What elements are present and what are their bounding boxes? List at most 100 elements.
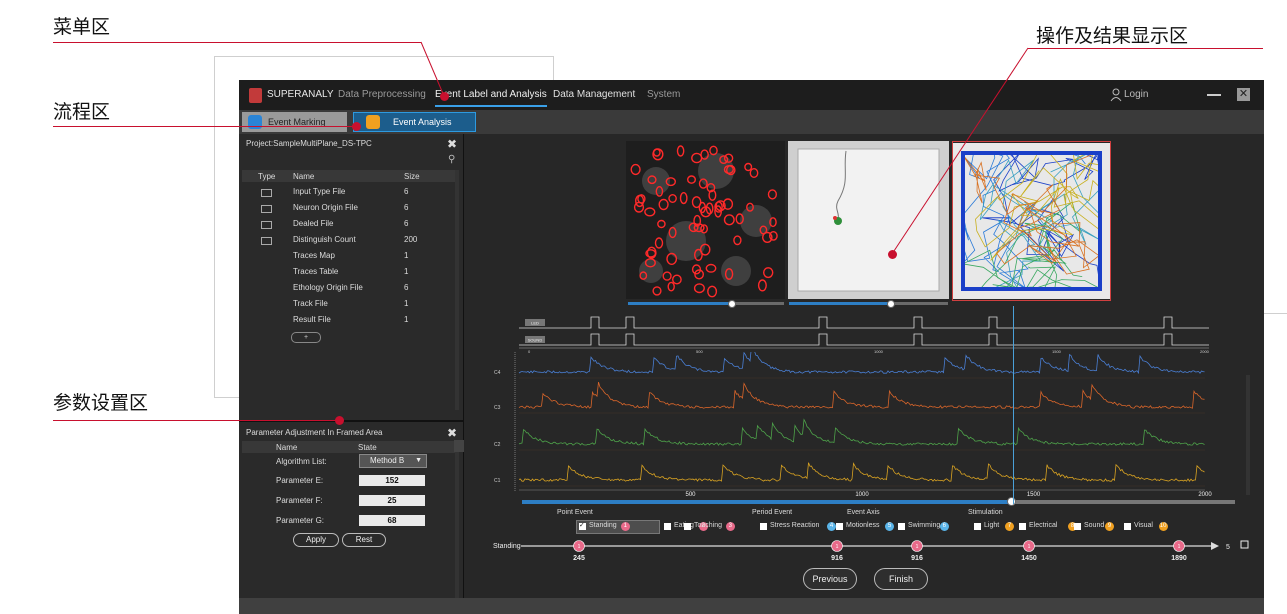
event-checkbox[interactable] (1019, 523, 1026, 530)
project-scrollbar[interactable] (455, 170, 459, 410)
event-checkbox-label: Visual (1134, 522, 1153, 529)
param-scrollbar[interactable] (455, 441, 459, 611)
event-checkbox-label: Standing (589, 522, 617, 529)
neuron-frame-slider[interactable] (628, 300, 784, 308)
project-row-name[interactable]: Dealed File (293, 219, 333, 228)
trace-label: C1 (494, 478, 501, 484)
project-row-name[interactable]: Input Type File (293, 187, 345, 196)
stim-row-led: LED (531, 321, 539, 326)
apply-button[interactable]: Apply (293, 533, 339, 547)
annotation-connector (53, 126, 356, 127)
close-icon[interactable]: ✖ (447, 136, 457, 152)
stim-row-sound: SOUND (528, 338, 543, 343)
event-checkbox-label: Electrical (1029, 522, 1058, 529)
event-checkbox[interactable] (974, 523, 981, 530)
param-panel-header: Parameter Adjustment In Framed Area ✖ (239, 425, 463, 441)
event-checkbox[interactable] (1124, 523, 1131, 530)
project-row-name[interactable]: Neuron Origin File (293, 203, 358, 212)
event-checkbox[interactable]: ✓ (579, 522, 586, 530)
neuron-image (626, 141, 785, 299)
trace-tick-label: 1000 (855, 492, 869, 497)
project-row-name[interactable]: Result File (293, 315, 331, 324)
col-type: Type (258, 172, 276, 181)
event-axis-label: Event Axis (847, 509, 880, 516)
panel-handle[interactable] (454, 440, 464, 452)
arena-frame-slider[interactable] (789, 300, 948, 308)
annotation-connector (53, 420, 339, 421)
event-count-badge: 1 (620, 522, 630, 531)
param-table-header: Name State (242, 441, 456, 453)
param-area-annotation: 参数设置区 (53, 392, 149, 414)
col-size: Size (404, 172, 420, 181)
project-row-size: 6 (404, 283, 409, 292)
col-name: Name (293, 172, 315, 181)
timeline-marker-value: 1450 (1021, 555, 1037, 562)
event-count-badge: 5 (885, 522, 894, 531)
add-button[interactable]: + (291, 332, 321, 343)
search-icon[interactable]: ⚲ (448, 154, 455, 165)
file-type-icon (261, 205, 272, 213)
project-title: Project:SampleMultiPlane_DS-TPC (246, 139, 372, 148)
chevron-down-icon: ▼ (415, 457, 422, 464)
project-row-name[interactable]: Distinguish Count (293, 235, 356, 244)
algorithm-label: Algorithm List: (276, 457, 327, 466)
project-row-name[interactable]: Traces Table (293, 267, 338, 276)
event-checkbox-label: Stress Reaction (770, 522, 820, 529)
app-logo-icon (249, 88, 262, 103)
project-row-name[interactable]: Traces Map (293, 251, 335, 260)
event-axis-slider[interactable] (522, 497, 1235, 506)
user-icon[interactable] (1110, 88, 1122, 102)
finish-button[interactable]: Finish (874, 568, 928, 590)
tab-bar: Event Marking Event Analysis (239, 110, 1264, 134)
menu-event-label-analysis[interactable]: Event Label and Analysis (435, 89, 547, 107)
event-checkbox[interactable] (836, 523, 843, 530)
event-checkbox[interactable] (684, 523, 691, 530)
timeline-marker-value: 916 (911, 555, 923, 562)
menu-data-management[interactable]: Data Management (553, 89, 635, 100)
track-heatmap-image (952, 141, 1111, 301)
event-count-badge: 10 (1158, 522, 1168, 531)
algorithm-select[interactable]: Method B ▼ (359, 454, 427, 468)
event-axis-knob[interactable] (1007, 497, 1016, 506)
event-checkbox[interactable] (760, 523, 767, 530)
param-e-input[interactable]: 152 (359, 475, 425, 486)
edit-icon (1240, 540, 1249, 549)
menu-system[interactable]: System (647, 89, 680, 100)
timeline-label: Standing (493, 543, 521, 550)
project-row-name[interactable]: Ethology Origin File (293, 283, 363, 292)
trace-tick-label: 2000 (1198, 492, 1212, 497)
algorithm-value: Method B (370, 456, 405, 465)
trace-line-c1 (518, 462, 1205, 482)
event-checkbox[interactable] (1074, 523, 1081, 530)
slider-knob[interactable] (728, 300, 736, 308)
project-row-name[interactable]: Track File (293, 299, 328, 308)
close-button[interactable]: ✕ (1237, 88, 1250, 101)
event-checkbox-label: Swimming (908, 522, 941, 529)
annotation-dot (335, 416, 344, 425)
background-stub (1262, 313, 1287, 314)
event-checkbox[interactable] (898, 523, 905, 530)
reset-button[interactable]: Rest (342, 533, 386, 547)
previous-button[interactable]: Previous (803, 568, 857, 590)
annotation-dot (352, 122, 361, 131)
left-panel: Project:SampleMultiPlane_DS-TPC ✖ ⚲ Type… (239, 134, 464, 614)
project-row-size: 6 (404, 203, 409, 212)
param-g-input[interactable]: 68 (359, 515, 425, 526)
param-f-input[interactable]: 25 (359, 495, 425, 506)
login-link[interactable]: Login (1124, 89, 1148, 100)
cursor-line (1013, 306, 1014, 504)
slider-knob[interactable] (887, 300, 895, 308)
menu-data-preprocessing[interactable]: Data Preprocessing (338, 89, 426, 100)
trace-line-c3 (518, 381, 1205, 409)
param-g-label: Parameter G: (276, 516, 325, 525)
timeline-marker-index: 1 (578, 544, 581, 550)
status-bar (239, 598, 1264, 614)
tab-event-analysis[interactable]: Event Analysis (353, 112, 476, 132)
event-count-badge: 6 (939, 522, 949, 531)
event-checkbox[interactable] (664, 523, 671, 530)
annotation-dot (440, 92, 449, 101)
trace-scrollbar[interactable] (1246, 375, 1250, 495)
close-icon[interactable]: ✖ (447, 425, 457, 441)
tab-event-marking[interactable]: Event Marking (242, 112, 347, 132)
minimize-button[interactable] (1207, 94, 1221, 96)
